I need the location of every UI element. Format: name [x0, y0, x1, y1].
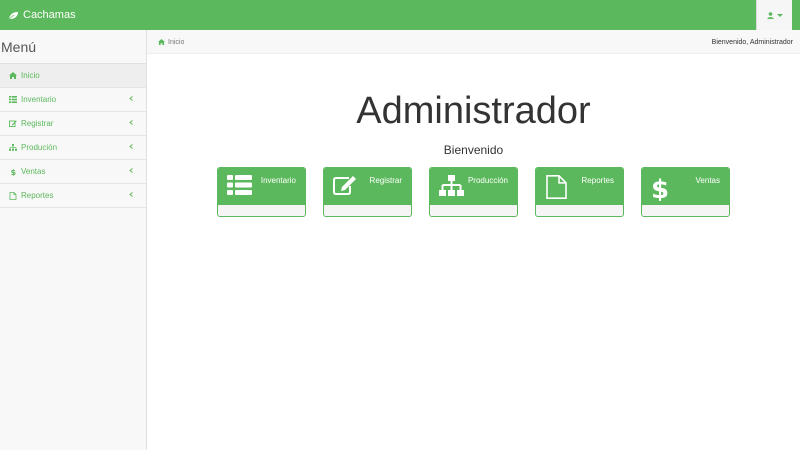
edit-icon [9, 120, 17, 127]
sidebar-item-label: Produción [21, 143, 58, 152]
sidebar-item-label: Inicio [21, 71, 40, 80]
home-icon [9, 72, 17, 79]
tile-header: Reportes [536, 168, 623, 205]
tile-label: Reportes [581, 176, 614, 185]
home-icon [158, 39, 165, 45]
tile-header: $ Ventas [642, 168, 729, 205]
chevron-left-icon [129, 192, 133, 197]
file-icon [546, 175, 567, 199]
sidebar-item-label: Registrar [21, 119, 54, 128]
tile-header: Registrar [324, 168, 411, 205]
sidebar-item-producion[interactable]: Produción [0, 136, 146, 160]
tile-inventario[interactable]: Inventario [217, 167, 306, 217]
sitemap-icon [9, 144, 17, 151]
page-subtitle: Bienvenido [443, 143, 504, 157]
sidebar-item-registrar[interactable]: Registrar [0, 112, 146, 136]
dollar-icon: $ [11, 168, 17, 176]
tile-header: Producción [430, 168, 517, 205]
welcome-text: Bienvenido, Administrador [711, 38, 793, 46]
sitemap-icon [439, 175, 464, 196]
breadcrumb-current: Inicio [168, 38, 185, 46]
sidebar-item-label: Reportes [21, 191, 54, 200]
breadcrumb[interactable]: Inicio [158, 30, 184, 54]
chevron-left-icon [129, 96, 133, 101]
list-icon [9, 96, 17, 103]
tile-label: Ventas [695, 176, 720, 185]
chevron-left-icon [129, 120, 133, 125]
tile-registrar[interactable]: Registrar [323, 167, 412, 217]
tile-label: Inventario [260, 176, 296, 185]
chevron-left-icon [129, 168, 133, 173]
leaf-icon [8, 11, 18, 19]
svg-text:$: $ [651, 175, 669, 201]
brand-link[interactable]: Cachamas [8, 0, 76, 30]
breadcrumb-bar: Inicio Bienvenido, Administrador [147, 30, 800, 54]
tile-reportes[interactable]: Reportes [535, 167, 624, 217]
sidebar-item-reportes[interactable]: Reportes [0, 184, 146, 208]
sidebar-item-label: Inventario [21, 95, 57, 104]
tile-label: Registrar [369, 176, 402, 185]
top-navbar: Cachamas [0, 0, 800, 30]
svg-text:$: $ [11, 168, 17, 176]
sidebar-item-inventario[interactable]: Inventario [0, 88, 146, 112]
dollar-icon: $ [651, 175, 669, 201]
edit-icon [333, 176, 356, 195]
chevron-left-icon [129, 144, 133, 149]
chevron-down-icon [776, 13, 783, 17]
sidebar: Menú Inicio Inventario Registrar Produci… [0, 30, 147, 450]
tile-header: Inventario [218, 168, 305, 205]
sidebar-item-ventas[interactable]: $ Ventas [0, 160, 146, 184]
file-icon [9, 191, 17, 200]
tile-label: Producción [467, 176, 508, 185]
tile-produccion[interactable]: Producción [429, 167, 518, 217]
page-title: Administrador [356, 90, 591, 132]
sidebar-item-inicio[interactable]: Inicio [0, 64, 146, 88]
brand-name: Cachamas [23, 9, 76, 21]
user-menu-button[interactable] [756, 0, 792, 30]
list-icon [227, 175, 252, 195]
sidebar-title: Menú [0, 30, 146, 64]
sidebar-item-label: Ventas [21, 167, 46, 176]
tile-ventas[interactable]: $ Ventas [641, 167, 730, 217]
user-icon [766, 11, 774, 19]
